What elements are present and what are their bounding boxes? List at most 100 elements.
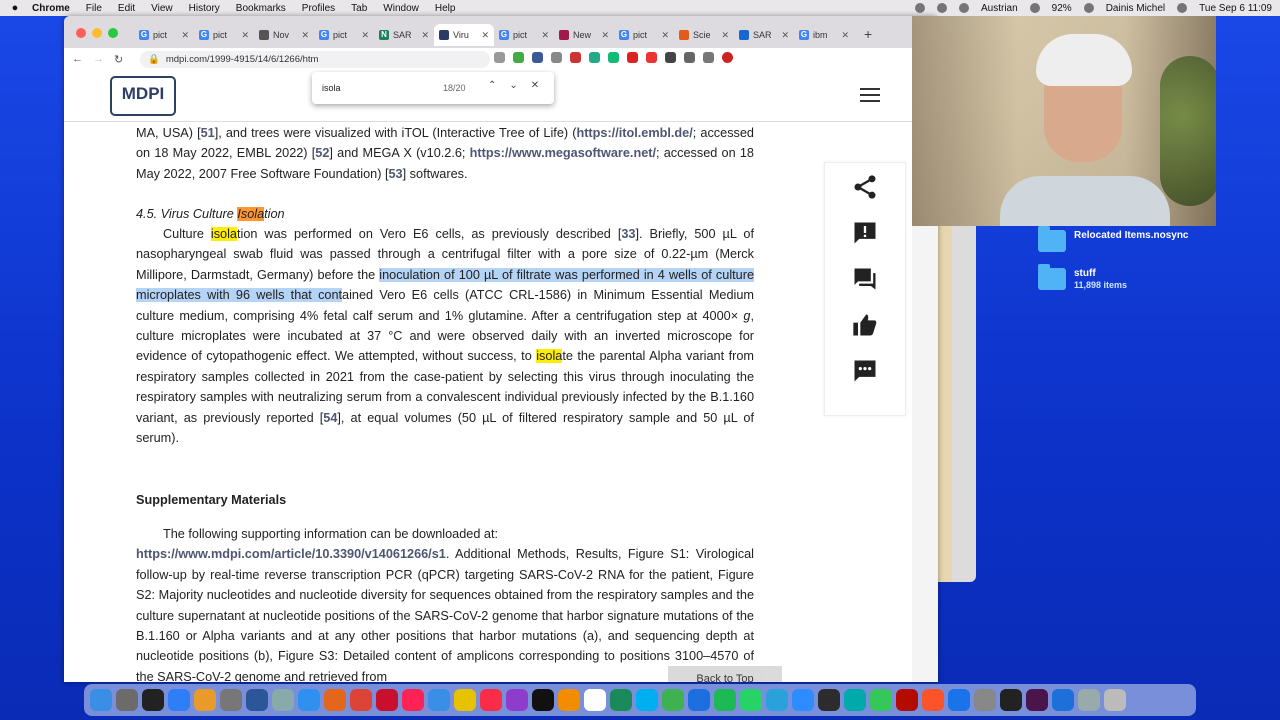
- tab-close-icon[interactable]: ✕: [481, 30, 489, 41]
- ref-link[interactable]: 54: [323, 411, 337, 425]
- find-input[interactable]: isola: [322, 83, 341, 93]
- puzzle-icon[interactable]: [665, 52, 676, 63]
- dock-calendar-6-icon[interactable]: [584, 689, 606, 711]
- browser-tab[interactable]: Gpict ✕: [134, 24, 194, 46]
- new-tab-button[interactable]: +: [864, 26, 872, 42]
- dock-skype-icon[interactable]: [636, 689, 658, 711]
- tray-icon[interactable]: [958, 3, 969, 13]
- menu-app-name[interactable]: Chrome: [32, 3, 70, 14]
- report-icon[interactable]: [851, 219, 879, 247]
- extension-icon[interactable]: [570, 52, 581, 63]
- browser-tab[interactable]: Nov ✕: [254, 24, 314, 46]
- tab-close-icon[interactable]: ✕: [781, 30, 789, 41]
- sidebar-icon[interactable]: [703, 52, 714, 63]
- extension-icon[interactable]: [494, 52, 505, 63]
- finder-window[interactable]: [938, 226, 976, 582]
- dock-slack-icon[interactable]: [1026, 689, 1048, 711]
- dock-books-icon[interactable]: [558, 689, 580, 711]
- itol-link[interactable]: https://itol.embl.de/: [576, 126, 692, 140]
- browser-tab[interactable]: Gpict ✕: [614, 24, 674, 46]
- dock-launchpad-icon[interactable]: [116, 689, 138, 711]
- dock-brave-icon[interactable]: [922, 689, 944, 711]
- dock-zoom-icon[interactable]: [792, 689, 814, 711]
- browser-tab[interactable]: N SAR ✕: [374, 24, 434, 46]
- browser-tab[interactable]: Gpict ✕: [194, 24, 254, 46]
- ref-link[interactable]: 53: [389, 167, 403, 181]
- share-icon[interactable]: [851, 173, 879, 201]
- menu-bookmarks[interactable]: Bookmarks: [236, 3, 286, 14]
- megasoftware-link[interactable]: https://www.megasoftware.net/: [470, 146, 656, 160]
- dock-finder-icon[interactable]: [90, 689, 112, 711]
- menu-edit[interactable]: Edit: [118, 3, 135, 14]
- ref-link[interactable]: 52: [315, 146, 329, 160]
- dock-quicktime-icon[interactable]: [1052, 689, 1074, 711]
- dock-acrobat-icon[interactable]: [376, 689, 398, 711]
- tray-icon[interactable]: [914, 3, 925, 13]
- tab-close-icon[interactable]: ✕: [661, 30, 669, 41]
- tray-icon[interactable]: [936, 3, 947, 13]
- dock-downloads-icon[interactable]: [1078, 689, 1100, 711]
- close-window-button[interactable]: [76, 28, 86, 38]
- find-close-icon[interactable]: ✕: [531, 80, 539, 91]
- extension-icon[interactable]: [646, 52, 657, 63]
- dock-word-icon[interactable]: [246, 689, 268, 711]
- battery-percent[interactable]: 92%: [1052, 3, 1072, 14]
- dock-maps-icon[interactable]: [662, 689, 684, 711]
- dock-acrobat-2-icon[interactable]: [896, 689, 918, 711]
- dock-mail-icon[interactable]: [428, 689, 450, 711]
- menu-help[interactable]: Help: [435, 3, 456, 14]
- dock-vpn-icon[interactable]: [610, 689, 632, 711]
- dock-tv-plus-icon[interactable]: [844, 689, 866, 711]
- dock-tv-icon[interactable]: [532, 689, 554, 711]
- dock-trash-icon[interactable]: [1104, 689, 1126, 711]
- browser-tab[interactable]: Gpict ✕: [494, 24, 554, 46]
- dock-spotify-icon[interactable]: [714, 689, 736, 711]
- extension-icon[interactable]: [513, 52, 524, 63]
- dock-files-icon[interactable]: [948, 689, 970, 711]
- tab-close-icon[interactable]: ✕: [601, 30, 609, 41]
- dock-preview-icon[interactable]: [272, 689, 294, 711]
- back-to-top-button[interactable]: Back to Top: [668, 666, 782, 682]
- search-icon[interactable]: [1177, 3, 1188, 13]
- dock-terminal-icon[interactable]: [142, 689, 164, 711]
- desktop-folder-relocated[interactable]: Relocated Items.nosync: [1038, 226, 1188, 252]
- browser-tab[interactable]: New ✕: [554, 24, 614, 46]
- tab-close-icon[interactable]: ✕: [301, 30, 309, 41]
- dock-safari-icon[interactable]: [298, 689, 320, 711]
- dock-firefox-icon[interactable]: [324, 689, 346, 711]
- dock-settings-icon[interactable]: [220, 689, 242, 711]
- address-bar[interactable]: 🔒 mdpi.com/1999-4915/14/6/1266/htm: [140, 51, 490, 68]
- find-previous-icon[interactable]: ⌃: [488, 80, 496, 91]
- ref-link[interactable]: 33: [621, 227, 635, 241]
- reload-icon[interactable]: ↻: [114, 53, 123, 66]
- thumbs-up-icon[interactable]: [851, 311, 879, 339]
- browser-tab[interactable]: Gibm ✕: [794, 24, 854, 46]
- desktop-folder-stuff[interactable]: stuff 11,898 items: [1038, 264, 1127, 290]
- browser-tab[interactable]: Viru ✕: [434, 24, 494, 46]
- menu-window[interactable]: Window: [383, 3, 419, 14]
- clock[interactable]: Tue Sep 6 11:09: [1199, 3, 1272, 14]
- wifi-icon[interactable]: [1083, 3, 1094, 13]
- browser-tab[interactable]: Gpict ✕: [314, 24, 374, 46]
- dock-facetime-icon[interactable]: [870, 689, 892, 711]
- tab-close-icon[interactable]: ✕: [181, 30, 189, 41]
- ref-link[interactable]: 51: [201, 126, 215, 140]
- tab-close-icon[interactable]: ✕: [721, 30, 729, 41]
- menu-history[interactable]: History: [189, 3, 220, 14]
- menu-tab[interactable]: Tab: [351, 3, 367, 14]
- dock-calendar-icon[interactable]: [402, 689, 424, 711]
- mdpi-logo[interactable]: MDPI: [110, 76, 176, 116]
- supplementary-link[interactable]: https://www.mdpi.com/article/10.3390/v14…: [136, 547, 446, 561]
- extension-icon[interactable]: [532, 52, 543, 63]
- more-comments-icon[interactable]: [851, 357, 879, 385]
- dock-podcasts-icon[interactable]: [506, 689, 528, 711]
- dock-xcode-icon[interactable]: [688, 689, 710, 711]
- apple-icon[interactable]: ●: [8, 2, 22, 14]
- input-source[interactable]: Austrian: [981, 3, 1018, 14]
- back-arrow-icon[interactable]: ←: [72, 53, 83, 65]
- browser-tab[interactable]: SAR ✕: [734, 24, 794, 46]
- find-next-icon[interactable]: ⌄: [509, 80, 517, 91]
- tab-close-icon[interactable]: ✕: [241, 30, 249, 41]
- dock-music-icon[interactable]: [480, 689, 502, 711]
- user-name[interactable]: Dainis Michel: [1106, 3, 1165, 14]
